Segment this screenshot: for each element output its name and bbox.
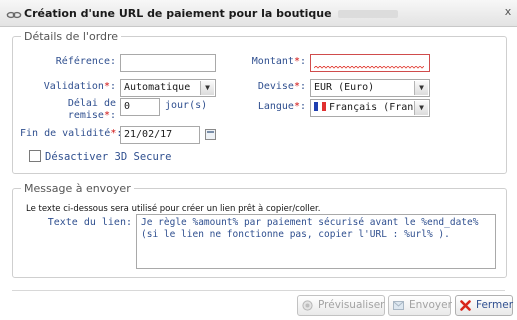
montant-label: Montant*: xyxy=(226,56,306,67)
delai-label: Délai de remise*: xyxy=(20,98,116,122)
disable-3d-secure-label: Désactiver 3D Secure xyxy=(45,151,172,163)
delai-input[interactable]: 0 xyxy=(120,98,160,116)
validation-label-colon: : xyxy=(109,81,116,92)
validation-select-value: Automatique xyxy=(124,82,191,93)
calendar-icon[interactable] xyxy=(205,129,216,140)
delai-label-line1: Délai de xyxy=(67,98,116,109)
send-button-label: Envoyer xyxy=(409,299,452,311)
preview-button-label: Prévisualiser xyxy=(318,299,385,311)
devise-label: Devise*: xyxy=(226,81,306,92)
close-button-label: Fermer xyxy=(476,299,514,311)
validation-label: Validation*: xyxy=(20,81,116,92)
redacted-shop-name xyxy=(337,10,398,18)
send-icon xyxy=(393,301,404,310)
langue-select[interactable]: Français (France ▼ xyxy=(310,99,430,117)
delai-label-line2: remise xyxy=(67,110,104,121)
footer-divider xyxy=(12,290,505,291)
close-button[interactable]: Fermer xyxy=(455,295,513,316)
delai-label-colon: : xyxy=(109,110,116,121)
send-button[interactable]: Envoyer xyxy=(388,295,452,316)
devise-select[interactable]: EUR (Euro) ▼ xyxy=(310,79,430,97)
validation-label-text: Validation xyxy=(43,81,104,92)
reference-input[interactable] xyxy=(120,54,216,72)
chevron-down-icon: ▼ xyxy=(414,81,428,95)
montant-label-text: Montant xyxy=(251,56,294,67)
preview-icon xyxy=(302,300,313,311)
langue-label-colon: : xyxy=(299,101,306,112)
link-text-textarea[interactable]: Je règle %amount% par paiement sécurisé … xyxy=(136,214,496,269)
fin-validite-label-text: Fin de validité xyxy=(20,128,111,139)
devise-label-text: Devise xyxy=(257,81,294,92)
order-details-legend: Détails de l'ordre xyxy=(24,30,119,43)
fin-validite-input[interactable]: 21/02/17 xyxy=(120,126,200,144)
dialog-title: Création d'une URL de paiement pour la b… xyxy=(24,7,398,20)
langue-label: Langue*: xyxy=(226,101,306,112)
validation-select[interactable]: Automatique ▼ xyxy=(120,79,216,97)
fin-validite-label: Fin de validité*: xyxy=(20,128,122,139)
montant-label-colon: : xyxy=(299,56,306,67)
montant-input[interactable] xyxy=(310,54,430,72)
message-info-text: Le texte ci-dessous sera utilisé pour cr… xyxy=(26,204,321,214)
payment-url-dialog: Création d'une URL de paiement pour la b… xyxy=(0,0,517,320)
chevron-down-icon: ▼ xyxy=(414,101,428,115)
devise-select-value: EUR (Euro) xyxy=(314,82,375,93)
dialog-title-text: Création d'une URL de paiement pour la b… xyxy=(24,7,332,20)
langue-select-value: Français (France xyxy=(329,102,426,113)
dialog-close-icon[interactable]: x xyxy=(502,5,514,19)
link-icon xyxy=(6,11,22,19)
delai-unit: jour(s) xyxy=(165,100,208,111)
message-legend: Message à envoyer xyxy=(24,182,131,195)
chevron-down-icon: ▼ xyxy=(200,81,214,95)
langue-label-text: Langue xyxy=(257,101,294,112)
dialog-titlebar: Création d'une URL de paiement pour la b… xyxy=(0,0,517,27)
spellcheck-underline xyxy=(314,66,424,69)
france-flag-icon xyxy=(314,102,326,111)
reference-label: Référence: xyxy=(55,56,116,67)
disable-3d-secure-checkbox[interactable] xyxy=(29,150,41,162)
link-text-label: Texte du lien: xyxy=(47,217,132,228)
preview-button[interactable]: Prévisualiser xyxy=(297,295,385,316)
close-icon xyxy=(460,300,471,311)
devise-label-colon: : xyxy=(299,81,306,92)
